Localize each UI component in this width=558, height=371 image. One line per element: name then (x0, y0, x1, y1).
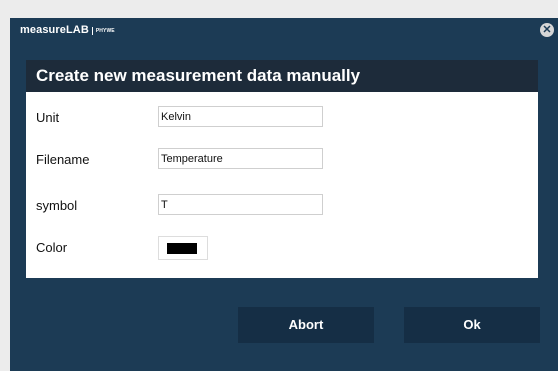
color-label: Color (36, 240, 68, 255)
form-panel: Unit Filename symbol Color (26, 92, 538, 278)
symbol-input[interactable] (158, 194, 323, 215)
dialog-title: Create new measurement data manually (36, 66, 361, 85)
symbol-row: symbol (26, 194, 538, 218)
unit-row: Unit (26, 106, 538, 130)
ok-button[interactable]: Ok (404, 307, 540, 343)
color-picker[interactable] (158, 236, 208, 260)
unit-label: Unit (36, 110, 60, 125)
close-icon: ✕ (542, 24, 552, 36)
filename-label: Filename (36, 152, 90, 167)
symbol-label: symbol (36, 198, 78, 213)
app-logo: measureLAB PHYWE (20, 24, 115, 36)
brand-name: measureLAB (20, 24, 89, 36)
abort-button[interactable]: Abort (238, 307, 374, 343)
filename-input[interactable] (158, 148, 323, 169)
filename-row: Filename (26, 148, 538, 172)
unit-input[interactable] (158, 106, 323, 127)
title-bar: measureLAB PHYWE ✕ (10, 18, 558, 42)
close-button[interactable]: ✕ (540, 23, 554, 37)
dialog-header: Create new measurement data manually (26, 60, 538, 92)
color-row: Color (26, 236, 538, 260)
color-swatch (167, 243, 197, 254)
measurement-dialog: measureLAB PHYWE ✕ Create new measurement… (10, 18, 558, 371)
brand-sub: PHYWE (91, 27, 115, 35)
